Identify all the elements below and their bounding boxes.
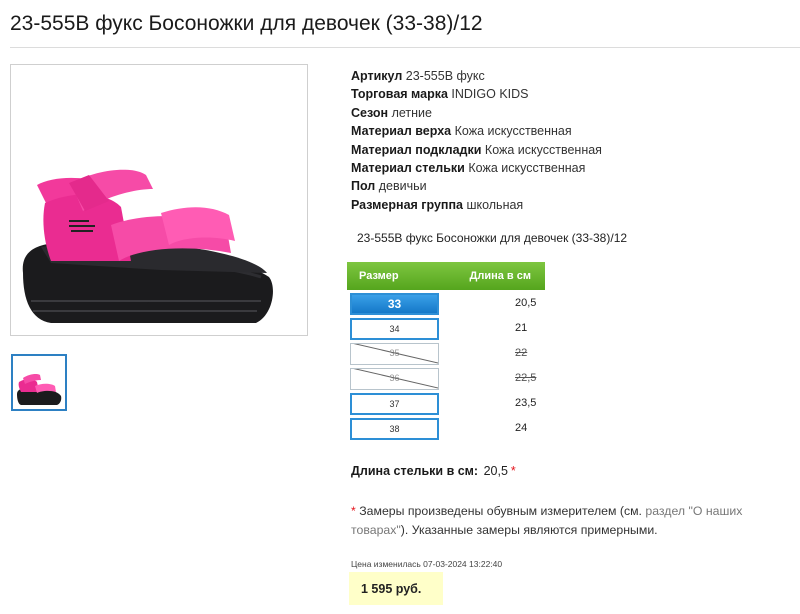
size-table-header: Размер Длина в см <box>347 262 545 290</box>
price-box: 1 595 руб. <box>349 572 443 605</box>
size-option-33[interactable]: 33 <box>350 293 439 315</box>
product-main-image[interactable] <box>10 64 308 336</box>
size-option-35-unavailable: 35 <box>350 343 439 365</box>
measurement-note: * Замеры произведены обувным измерителем… <box>351 502 771 540</box>
size-length: 20,5 <box>515 297 537 309</box>
price-value: 1 595 руб. <box>361 582 422 596</box>
insole-length-label: Длина стельки в см: <box>351 464 479 478</box>
product-subtitle: 23-555В фукс Босоножки для девочек (33-3… <box>357 231 628 245</box>
size-length: 23,5 <box>515 397 537 409</box>
size-option-37[interactable]: 37 <box>350 393 439 415</box>
size-column-header: Размер <box>359 270 399 282</box>
note-text-end: ). Указанные замеры являются примерными. <box>400 523 658 537</box>
page-title: 23-555В фукс Босоножки для девочек (33-3… <box>10 12 483 35</box>
property-season: Сезон летние <box>351 105 432 120</box>
size-row: 35 22 <box>347 340 545 365</box>
property-upper-material: Материал верха Кожа искусственная <box>351 124 572 139</box>
sandal-image <box>22 169 273 323</box>
size-option-36-unavailable: 36 <box>350 368 439 390</box>
property-gender: Пол девичьи <box>351 179 427 194</box>
property-article: Артикул 23-555В фукс <box>351 69 485 83</box>
length-column-header: Длина в см <box>469 270 531 282</box>
property-insole-material: Материал стельки Кожа искусственная <box>351 161 586 176</box>
title-divider <box>10 47 800 48</box>
size-row: 37 23,5 <box>347 390 545 415</box>
size-length: 21 <box>515 322 528 334</box>
size-row: 38 24 <box>347 415 545 440</box>
size-option-34[interactable]: 34 <box>350 318 439 340</box>
insole-length: Длина стельки в см: 20,5 * <box>351 464 516 478</box>
product-thumbnail[interactable] <box>11 354 67 411</box>
note-asterisk: * <box>351 504 356 518</box>
size-length: 22,5 <box>515 372 537 384</box>
size-length: 24 <box>515 422 528 434</box>
size-option-38[interactable]: 38 <box>350 418 439 440</box>
required-asterisk: * <box>510 464 516 478</box>
size-row: 33 20,5 <box>347 290 545 315</box>
product-properties: Артикул 23-555В фукс Торговая марка INDI… <box>351 67 602 214</box>
property-size-group: Размерная группа школьная <box>351 197 524 212</box>
sandal-thumbnail-image <box>17 374 62 405</box>
property-lining-material: Материал подкладки Кожа искусственная <box>351 142 602 157</box>
size-row: 36 22,5 <box>347 365 545 390</box>
size-table: Размер Длина в см 33 20,5 34 21 35 22 36… <box>347 262 545 440</box>
insole-length-value: 20,5 <box>483 464 508 478</box>
size-length: 22 <box>515 347 528 359</box>
note-text: Замеры произведены обувным измерителем (… <box>359 504 642 518</box>
size-row: 34 21 <box>347 315 545 340</box>
price-changed-notice: Цена изменилась 07-03-2024 13:22:40 <box>351 559 503 569</box>
property-brand: Торговая марка INDIGO KIDS <box>351 87 529 102</box>
